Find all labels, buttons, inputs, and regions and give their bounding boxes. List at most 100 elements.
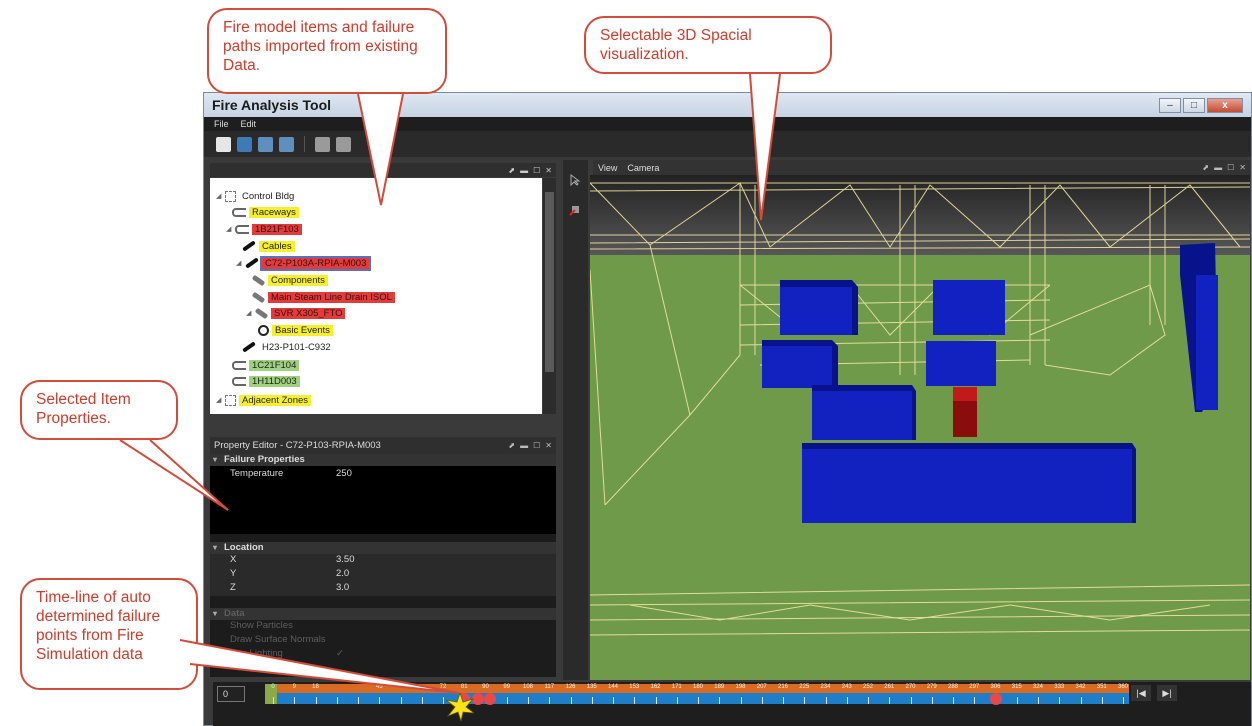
maximize-panel-button[interactable]: ☐: [1227, 163, 1234, 172]
timeline-tick-label: 306: [990, 684, 1001, 690]
section-failure-properties[interactable]: Failure Properties: [210, 454, 556, 466]
callout-timeline: Time-line of auto determined failure poi…: [20, 578, 198, 690]
section-location[interactable]: Location: [210, 542, 556, 554]
new-file-icon[interactable]: [216, 136, 231, 152]
tree-panel-header: ⬈ ▬ ☐ ✕: [210, 163, 556, 177]
section-data[interactable]: Data: [210, 608, 556, 620]
property-editor-title: Property Editor - C72-P103-RPIA-M003: [214, 440, 381, 451]
tree-item-raceways[interactable]: Raceways: [232, 205, 299, 219]
model-tree: ◢ Control Bldg Raceways ◢ 1B21F103 Cable…: [210, 178, 542, 414]
float-panel-button[interactable]: ⬈: [1202, 163, 1209, 172]
property-row-y[interactable]: Y 2.0: [210, 568, 556, 582]
timeline-tick-label: 0: [271, 684, 275, 690]
tree-item-control-bldg[interactable]: ◢ Control Bldg: [216, 189, 297, 203]
minimize-panel-button[interactable]: ▬: [1214, 163, 1222, 172]
3d-scene[interactable]: [590, 175, 1250, 680]
menu-edit[interactable]: Edit: [241, 119, 257, 129]
property-row-draw-surface-normals[interactable]: Draw Surface Normals: [210, 634, 556, 648]
property-row-z[interactable]: Z 3.0: [210, 582, 556, 596]
close-button[interactable]: x: [1207, 97, 1243, 113]
close-panel-button[interactable]: ✕: [545, 166, 552, 175]
timeline-current-value[interactable]: 0: [217, 686, 245, 702]
close-panel-button[interactable]: ✕: [1239, 163, 1246, 172]
tree-item-1h11d003[interactable]: 1H11D003: [232, 374, 300, 388]
property-row-x[interactable]: X 3.50: [210, 554, 556, 568]
window-title: Fire Analysis Tool: [212, 97, 332, 113]
tree-item-1b21f103[interactable]: ◢ 1B21F103: [226, 222, 302, 236]
timeline-tick-label: 333: [1054, 684, 1065, 690]
timeline-start-button[interactable]: |◀: [1131, 685, 1151, 701]
3d-view[interactable]: [590, 175, 1250, 680]
tree-item-adjacent-zones[interactable]: ◢ Adjacent Zones: [216, 393, 312, 407]
raceway-icon: [232, 376, 246, 386]
window-controls: – □ x: [1159, 97, 1243, 113]
timeline-failure-marker[interactable]: [472, 693, 485, 705]
timeline-tick-label: 351: [1096, 684, 1107, 690]
menu-file[interactable]: File: [214, 119, 229, 129]
camera-menu[interactable]: Camera: [627, 163, 659, 173]
view-tools-sidebar: [563, 160, 588, 680]
tree-item-c72-p103a-rpia-m003[interactable]: ◢ C72-P103A-RPIA-M003: [236, 255, 372, 271]
tree-item-components[interactable]: Components: [251, 273, 328, 287]
timeline-tick: [1016, 697, 1018, 704]
timeline-tick-label: 153: [629, 684, 640, 690]
timeline-tick: [1080, 697, 1082, 704]
timeline-tick: [974, 697, 976, 704]
property-panel-controls: ⬈ ▬ ☐ ✕: [508, 441, 552, 450]
minimize-button[interactable]: –: [1159, 97, 1181, 113]
tree-item-h23-p101-c932[interactable]: H23-P101-C932: [242, 340, 334, 354]
close-panel-button[interactable]: ✕: [545, 441, 552, 450]
maximize-button[interactable]: □: [1183, 97, 1205, 113]
settings-icon[interactable]: [315, 136, 330, 152]
tree-item-main-steam-line-drain[interactable]: Main Steam Line Drain ISOL: [251, 290, 395, 304]
save-icon[interactable]: [258, 136, 273, 152]
timeline-track[interactable]: 0 9 18 45 72 81 90 99 108 117 126 135 144 153 162 171 18…: [265, 684, 1129, 705]
timeline-tick: [804, 697, 806, 704]
timeline-failure-marker[interactable]: [484, 693, 497, 705]
tree-scrollbar[interactable]: [543, 178, 556, 414]
callout-fire-model: Fire model items and failure paths impor…: [207, 8, 447, 94]
timeline-tick-label: 252: [862, 684, 874, 690]
property-row-use-lighting[interactable]: Use Lighting ✓: [210, 648, 556, 662]
timeline-tick: [379, 697, 381, 704]
float-panel-button[interactable]: ⬈: [508, 441, 515, 450]
property-editor: Property Editor - C72-P103-RPIA-M003 ⬈ ▬…: [210, 437, 556, 677]
timeline-tick: [294, 697, 296, 704]
select-arrow-icon[interactable]: [569, 174, 581, 186]
minimize-panel-button[interactable]: ▬: [520, 441, 528, 450]
maximize-panel-button[interactable]: ☐: [533, 166, 540, 175]
timeline-tick: [719, 697, 721, 704]
timeline-tick: [273, 697, 274, 704]
search-icon[interactable]: [336, 136, 351, 152]
tree-item-basic-events[interactable]: Basic Events: [258, 323, 333, 337]
property-row-show-particles[interactable]: Show Particles: [210, 620, 556, 634]
timeline-tick: [400, 697, 402, 704]
save-as-icon[interactable]: [279, 136, 294, 152]
timeline-tick-label: 144: [607, 684, 619, 690]
timeline-end-button[interactable]: ▶|: [1157, 685, 1177, 701]
tree-item-cables[interactable]: Cables: [242, 239, 295, 253]
timeline-tick-label: 234: [820, 684, 831, 690]
timeline-tick: [443, 697, 444, 704]
property-row-temperature[interactable]: Temperature 250: [210, 468, 556, 482]
timeline-failure-marker[interactable]: [989, 693, 1002, 705]
tree-item-1c21f104[interactable]: 1C21F104: [232, 358, 300, 372]
timeline-tick-label: 360: [1117, 684, 1129, 690]
tree-item-svr-x305-fto[interactable]: ◢ SVR X305_FTO: [246, 306, 346, 320]
timeline-tick: [591, 697, 593, 704]
timeline-tick-label: 279: [926, 684, 937, 690]
cable-icon: [245, 257, 259, 269]
float-panel-button[interactable]: ⬈: [508, 166, 515, 175]
tree-scrollbar-thumb[interactable]: [545, 192, 554, 372]
minimize-panel-button[interactable]: ▬: [520, 166, 528, 175]
title-bar: Fire Analysis Tool – □ x: [204, 93, 1251, 117]
timeline-tick-label: 90: [482, 684, 489, 690]
open-folder-icon[interactable]: [237, 136, 252, 152]
timeline-tick: [655, 697, 657, 704]
view-menu[interactable]: View: [598, 163, 617, 173]
cube-tool-icon[interactable]: [569, 204, 581, 216]
maximize-panel-button[interactable]: ☐: [533, 441, 540, 450]
timeline-tick-label: 261: [884, 684, 895, 690]
timeline-tick-label: 270: [905, 684, 916, 690]
timeline-tick: [1101, 697, 1103, 704]
